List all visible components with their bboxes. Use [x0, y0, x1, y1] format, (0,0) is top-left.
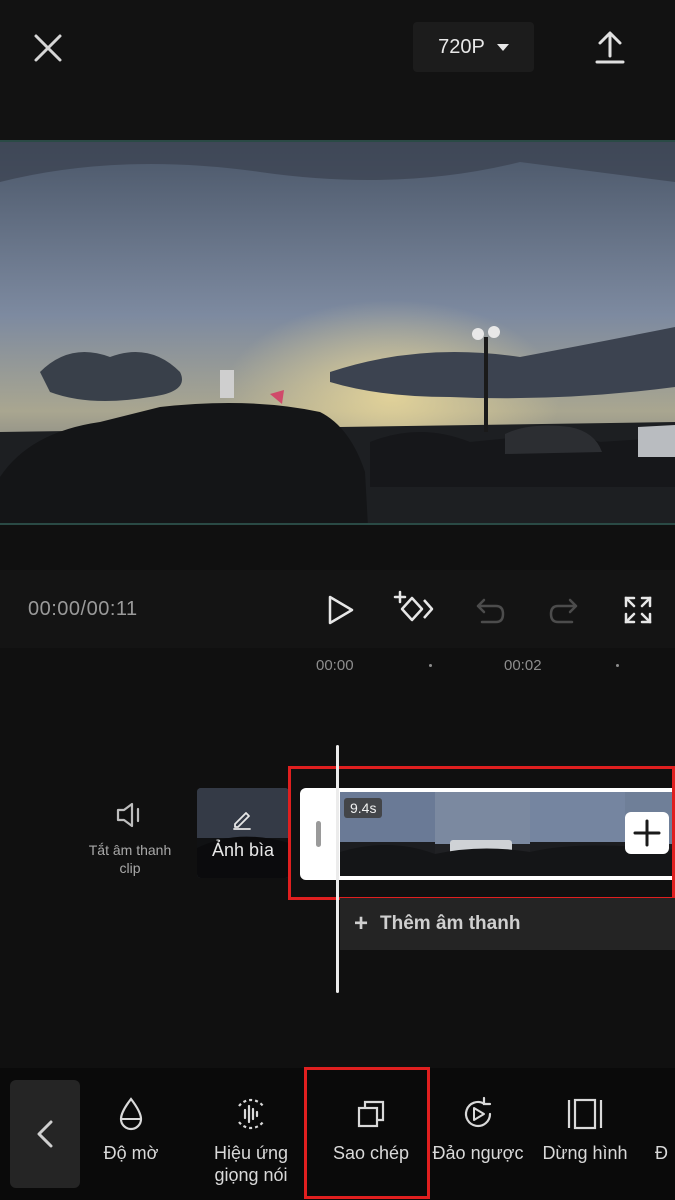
ruler-tick — [616, 664, 619, 667]
voice-effect-icon — [238, 1098, 264, 1130]
undo-icon[interactable] — [472, 592, 508, 628]
tool-opacity-label: Độ mờ — [103, 1143, 159, 1163]
reverse-icon — [464, 1096, 492, 1128]
chevron-down-icon — [496, 43, 509, 51]
resolution-value: 720P — [438, 35, 485, 58]
tool-partial-label: Đ — [655, 1143, 668, 1163]
redo-icon[interactable] — [546, 592, 582, 628]
back-button[interactable] — [10, 1080, 80, 1188]
top-bar — [0, 0, 675, 140]
playhead[interactable] — [336, 745, 339, 993]
ruler-tick — [429, 664, 432, 667]
close-icon[interactable] — [28, 28, 68, 68]
add-audio-button[interactable]: + Thêm âm thanh — [340, 898, 675, 950]
export-upload-icon[interactable] — [588, 26, 632, 70]
tool-freeze-frame-label: Dừng hình — [542, 1143, 628, 1163]
fullscreen-icon[interactable] — [620, 592, 656, 628]
tool-opacity[interactable]: Độ mờ — [76, 1094, 186, 1164]
edit-pencil-icon — [231, 808, 253, 830]
plus-icon: + — [354, 910, 369, 937]
ruler-time-0: 00:00 — [316, 657, 354, 674]
mute-clip-button[interactable]: Tắt âm thanh clip — [82, 800, 178, 877]
add-audio-label: Thêm âm thanh — [380, 913, 521, 934]
opacity-drop-icon — [119, 1097, 143, 1131]
mute-clip-label: Tắt âm thanh clip — [88, 842, 172, 876]
ruler-time-1: 00:02 — [504, 657, 542, 674]
tool-reverse[interactable]: Đảo ngược — [423, 1094, 533, 1164]
tool-reverse-label: Đảo ngược — [432, 1143, 524, 1163]
cover-thumbnail[interactable]: Ảnh bìa — [197, 788, 289, 878]
chevron-left-icon — [37, 1120, 53, 1148]
cover-label: Ảnh bìa — [211, 840, 275, 860]
tool-voice-effect-label: Hiệu ứng giọng nói — [213, 1143, 289, 1185]
video-preview[interactable] — [0, 140, 675, 525]
keyframe-add-icon[interactable] — [390, 588, 436, 630]
tool-voice-effect[interactable]: Hiệu ứng giọng nói — [196, 1094, 306, 1186]
play-icon[interactable] — [322, 592, 358, 628]
tool-freeze-frame[interactable]: Dừng hình — [530, 1094, 640, 1164]
speaker-icon — [116, 802, 140, 828]
freeze-frame-icon — [567, 1098, 603, 1130]
copy-highlight-box — [304, 1067, 430, 1199]
clip-highlight-box — [288, 766, 675, 900]
tool-partial[interactable]: Đ — [655, 1094, 675, 1164]
resolution-dropdown[interactable]: 720P — [413, 22, 534, 72]
timecode: 00:00/00:11 — [28, 598, 138, 620]
